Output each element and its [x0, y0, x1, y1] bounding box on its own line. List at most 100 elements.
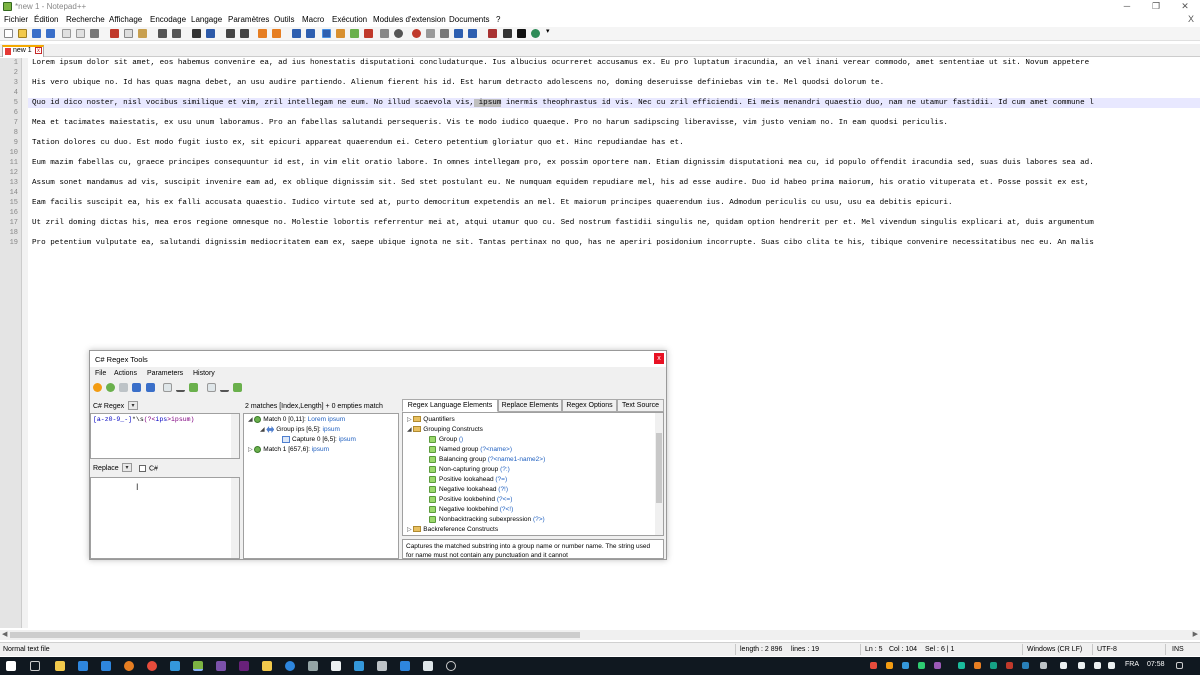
element-negative-lookahead[interactable]: Negative lookahead (?!) — [429, 486, 508, 493]
tab-replace-elements[interactable]: Replace Elements — [498, 399, 562, 412]
tray-icon[interactable] — [990, 662, 997, 669]
element-non-capturing-group[interactable]: Non-capturing group (?:) — [429, 466, 510, 473]
start-icon[interactable] — [6, 661, 16, 671]
function-list-icon[interactable] — [364, 29, 373, 38]
print-icon[interactable] — [90, 29, 99, 38]
menu-langage[interactable]: Langage — [191, 15, 222, 24]
app6-icon[interactable] — [400, 661, 410, 671]
menu-help[interactable]: ? — [496, 15, 500, 24]
mail-icon[interactable] — [170, 661, 180, 671]
task-view-icon[interactable] — [30, 661, 40, 671]
tab-close-icon[interactable]: x — [35, 47, 42, 54]
page-icon[interactable] — [163, 383, 172, 392]
menu-fichier[interactable]: Fichier — [4, 15, 28, 24]
help-icon[interactable] — [93, 383, 102, 392]
tray-icon[interactable] — [1006, 662, 1013, 669]
notifications-icon[interactable] — [1176, 662, 1183, 669]
store-icon[interactable] — [78, 661, 88, 671]
element-group[interactable]: Group () — [429, 436, 463, 443]
grid-icon[interactable] — [146, 383, 155, 392]
tree-capture-0[interactable]: Capture 0 [6,5]: ipsum — [282, 436, 356, 443]
element-positive-lookbehind[interactable]: Positive lookbehind (?<=) — [429, 496, 512, 503]
element-negative-lookbehind[interactable]: Negative lookbehind (?<!) — [429, 506, 513, 513]
regex-input[interactable]: [a-z0-9_-]*\s(?<ips>ipsum) — [90, 413, 240, 459]
stop-macro-icon[interactable] — [426, 29, 435, 38]
udl-icon[interactable] — [336, 29, 345, 38]
tab-regex-options[interactable]: Regex Options — [562, 399, 617, 412]
firefox-icon[interactable] — [124, 661, 134, 671]
dialog-menu-parameters[interactable]: Parameters — [147, 370, 183, 377]
plugin-abc-icon[interactable] — [488, 29, 497, 38]
zoom-out-icon[interactable] — [240, 29, 249, 38]
open-file-icon[interactable] — [18, 29, 27, 38]
list-icon[interactable] — [132, 383, 141, 392]
underline-icon[interactable] — [176, 383, 185, 392]
visual-studio-icon[interactable] — [216, 661, 226, 671]
close-all-icon[interactable] — [76, 29, 85, 38]
tray-icon[interactable] — [886, 662, 893, 669]
elements-scrollbar[interactable] — [655, 413, 663, 535]
menu-parametres[interactable]: Paramètres — [228, 15, 269, 24]
element-named-group[interactable]: Named group (?<name>) — [429, 446, 512, 453]
chrome-icon[interactable] — [147, 661, 157, 671]
run-icon[interactable] — [106, 383, 115, 392]
menu-macro[interactable]: Macro — [302, 15, 324, 24]
page2-icon[interactable] — [207, 383, 216, 392]
tree-quantifiers[interactable]: ▷ Quantifiers — [407, 416, 455, 423]
tab-text-source[interactable]: Text Source — [617, 399, 664, 412]
app2-icon[interactable] — [285, 661, 295, 671]
tray-icon[interactable] — [902, 662, 909, 669]
monitoring-icon[interactable] — [394, 29, 403, 38]
new-file-icon[interactable] — [4, 29, 13, 38]
tree-group-ips[interactable]: ◢ Group ips [6,5]: ipsum — [260, 426, 340, 433]
menu-encodage[interactable]: Encodage — [150, 15, 186, 24]
language-elements-tree[interactable]: ▷ Quantifiers ◢ Grouping Constructs Grou… — [402, 412, 664, 536]
minimize-button[interactable]: ─ — [1112, 0, 1142, 13]
plugin-regex-icon[interactable] — [517, 29, 526, 38]
folder-workspace-icon[interactable] — [380, 29, 389, 38]
elements-scroll-thumb[interactable] — [656, 433, 662, 503]
dialog-menu-file[interactable]: File — [95, 370, 106, 377]
app3-icon[interactable] — [308, 661, 318, 671]
sync-h-icon[interactable] — [272, 29, 281, 38]
menu-edition[interactable]: Édition — [34, 15, 58, 24]
replace-run-icon[interactable] — [189, 383, 198, 392]
app8-icon[interactable] — [446, 661, 456, 671]
undo-icon[interactable] — [158, 29, 167, 38]
volume-icon[interactable] — [1094, 662, 1101, 669]
tray-icon[interactable] — [870, 662, 877, 669]
save-icon[interactable] — [32, 29, 41, 38]
copy-result-icon[interactable] — [119, 383, 128, 392]
tree-match-0[interactable]: ◢ Match 0 [0,11]: Lorem ipsum — [248, 416, 345, 423]
network-icon[interactable] — [1060, 662, 1067, 669]
indent-guide-icon[interactable] — [322, 29, 331, 38]
record-macro-icon[interactable] — [412, 29, 421, 38]
element-nonbacktracking[interactable]: Nonbacktracking subexpression (?>) — [429, 516, 545, 523]
menu-affichage[interactable]: Affichage — [109, 15, 142, 24]
tray-icon[interactable] — [1040, 662, 1047, 669]
tray-icon[interactable] — [974, 662, 981, 669]
menu-documents[interactable]: Documents — [449, 15, 489, 24]
plugin-t-icon[interactable] — [503, 29, 512, 38]
zoom-in-icon[interactable] — [226, 29, 235, 38]
regex-history-dropdown[interactable]: ▾ — [128, 401, 138, 410]
wrap-icon[interactable] — [292, 29, 301, 38]
replace-icon[interactable] — [206, 29, 215, 38]
app-icon[interactable] — [101, 661, 111, 671]
csharp-checkbox[interactable]: C# — [139, 465, 158, 472]
matches-tree[interactable]: ◢ Match 0 [0,11]: Lorem ipsum ◢ Group ip… — [243, 413, 399, 559]
tray-icon[interactable] — [918, 662, 925, 669]
close-document-button[interactable]: X — [1188, 14, 1194, 24]
tab-new-1[interactable]: new 1 x — [2, 45, 44, 57]
tree-backreference-constructs[interactable]: ▷ Backreference Constructs — [407, 526, 498, 533]
wifi-icon[interactable] — [1078, 662, 1085, 669]
toolbar-overflow-icon[interactable]: ▾ — [546, 27, 552, 36]
tree-match-1[interactable]: ▷ Match 1 [657,6]: ipsum — [248, 446, 329, 453]
tree-grouping-constructs[interactable]: ◢ Grouping Constructs — [407, 426, 483, 433]
app4-icon[interactable] — [354, 661, 364, 671]
copy-icon[interactable] — [124, 29, 133, 38]
redo-icon[interactable] — [172, 29, 181, 38]
doc-map-icon[interactable] — [350, 29, 359, 38]
dialog-close-button[interactable]: x — [654, 353, 664, 364]
maximize-button[interactable]: ❐ — [1141, 0, 1171, 13]
